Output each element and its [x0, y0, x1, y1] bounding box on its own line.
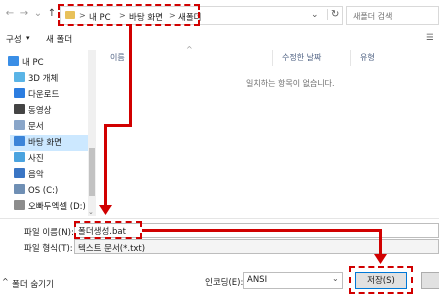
- sidebar-item-label: 사진: [28, 154, 44, 164]
- sidebar-item-label: 동영상: [28, 106, 52, 116]
- column-header-name[interactable]: 이름: [110, 52, 125, 63]
- sidebar-item-documents[interactable]: 문서: [14, 119, 94, 135]
- search-placeholder: 새폴더 검색: [353, 12, 393, 21]
- encoding-label: 인코딩(E):: [205, 278, 244, 288]
- recent-locations-button[interactable]: ⌄: [32, 8, 44, 20]
- sidebar-item-label: 3D 개체: [28, 74, 59, 84]
- sidebar-scroll-thumb[interactable]: [89, 148, 95, 196]
- view-options-icon[interactable]: ☰: [426, 33, 434, 43]
- sidebar-item-label: 음악: [28, 170, 44, 180]
- cancel-button[interactable]: [421, 272, 439, 289]
- sidebar-item-this-pc[interactable]: 내 PC: [8, 55, 88, 71]
- forward-button[interactable]: →: [18, 8, 30, 20]
- new-folder-button[interactable]: 새 폴더: [46, 33, 72, 45]
- address-dropdown-icon[interactable]: ⌄: [311, 10, 319, 20]
- search-input[interactable]: 새폴더 검색: [346, 6, 439, 25]
- sidebar-item-label: 문서: [28, 122, 44, 132]
- save-as-dialog: ← → ⌄ ↑ > 내 PC > 바탕 화면 > 새폴더 ⌄ ↻ 새폴더 검색 …: [0, 0, 439, 300]
- sidebar-item-music[interactable]: 음악: [14, 167, 94, 183]
- sidebar-item-label: 오빠두엑셀 (D:): [28, 202, 86, 212]
- desktop-icon: [14, 136, 25, 146]
- annotation-arrow-line: [104, 124, 132, 127]
- back-button[interactable]: ←: [4, 8, 16, 20]
- annotation-arrow-line: [104, 124, 107, 208]
- annotation-arrowhead: [374, 254, 387, 264]
- sidebar-item-label: 바탕 화면: [28, 138, 62, 148]
- filename-value[interactable]: 폴더생성.bat: [78, 225, 126, 237]
- sidebar-item-drive-c[interactable]: OS (C:): [14, 183, 94, 199]
- save-button[interactable]: 저장(S): [355, 272, 407, 289]
- encoding-value: ANSI: [247, 275, 268, 285]
- sidebar-item-drive-d[interactable]: 오빠두엑셀 (D:): [14, 199, 88, 215]
- sidebar-item-desktop[interactable]: 바탕 화면: [10, 135, 88, 151]
- column-divider[interactable]: [272, 50, 273, 66]
- sidebar-item-label: 다운로드: [28, 90, 60, 100]
- sidebar-item-pictures[interactable]: 사진: [14, 151, 94, 167]
- empty-folder-message: 일치하는 항목이 없습니다.: [246, 79, 335, 88]
- annotation-arrow-line: [379, 229, 382, 255]
- video-icon: [14, 104, 25, 114]
- sidebar-item-3d-objects[interactable]: 3D 개체: [14, 71, 94, 87]
- filetype-value: 텍스트 문서(*.txt): [78, 244, 146, 254]
- sidebar-item-downloads[interactable]: 다운로드: [14, 87, 94, 103]
- sort-indicator-icon: ^: [186, 45, 193, 54]
- sidebar-item-videos[interactable]: 동영상: [14, 103, 94, 119]
- drive-icon: [14, 184, 25, 194]
- chevron-down-icon: ⌄: [332, 274, 339, 283]
- download-icon: [14, 88, 25, 98]
- divider: [0, 218, 439, 219]
- annotation-arrow-line: [142, 229, 382, 232]
- organize-menu[interactable]: 구성: [6, 33, 22, 45]
- navigation-pane: 내 PC 3D 개체 다운로드 동영상 문서 바탕 화면 사진 음악 OS (C…: [0, 50, 88, 216]
- annotation-arrow-line: [129, 26, 132, 126]
- sidebar-item-label: 내 PC: [22, 58, 44, 68]
- cube-icon: [14, 72, 25, 82]
- column-divider[interactable]: [350, 50, 351, 66]
- sidebar-item-label: OS (C:): [28, 186, 59, 196]
- picture-icon: [14, 152, 25, 162]
- up-button[interactable]: ↑: [46, 8, 58, 20]
- music-icon: [14, 168, 25, 178]
- scroll-down-icon[interactable]: ⌄: [88, 208, 94, 216]
- chevron-up-icon[interactable]: ^: [2, 277, 9, 286]
- hide-folders-toggle[interactable]: 폴더 숨기기: [12, 278, 54, 290]
- pc-icon: [8, 56, 19, 66]
- encoding-select[interactable]: ANSI ⌄: [243, 272, 343, 289]
- filename-label: 파일 이름(N):: [24, 228, 74, 238]
- annotation-arrowhead: [99, 205, 112, 215]
- organize-arrow-icon: ▾: [26, 34, 30, 42]
- address-annotation-box: [58, 4, 200, 26]
- drive-icon: [14, 200, 25, 210]
- column-header-modified[interactable]: 수정한 날짜: [282, 52, 321, 63]
- save-button-label: 저장(S): [367, 276, 395, 286]
- filetype-label: 파일 형식(T):: [24, 244, 73, 254]
- column-header-type[interactable]: 유형: [360, 52, 375, 63]
- refresh-icon[interactable]: ↻: [327, 9, 339, 20]
- document-icon: [14, 120, 25, 130]
